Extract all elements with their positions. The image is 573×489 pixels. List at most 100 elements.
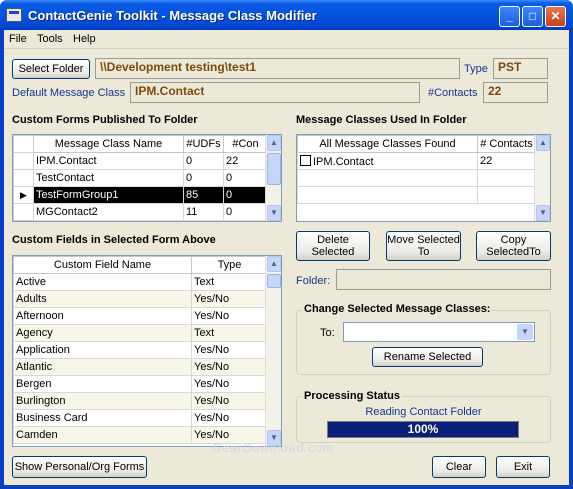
col-header-field-type[interactable]: Type xyxy=(191,256,268,274)
scroll-thumb[interactable] xyxy=(267,274,281,288)
maximize-button[interactable]: □ xyxy=(522,6,543,27)
field-type-cell: Yes/No xyxy=(191,307,268,325)
type-field: PST xyxy=(493,58,548,79)
table-row[interactable]: Active Text xyxy=(13,273,268,291)
contacts-count-field: 22 xyxy=(483,82,548,103)
rename-selected-button[interactable]: Rename Selected xyxy=(372,347,483,367)
table-row-selected[interactable]: ▶ TestFormGroup1 85 0 xyxy=(13,186,268,204)
table-row[interactable]: Application Yes/No xyxy=(13,341,268,359)
field-type-cell: Yes/No xyxy=(191,375,268,393)
folder-label: Folder: xyxy=(296,275,331,287)
message-class-cell[interactable]: IPM.Contact xyxy=(297,152,478,170)
col-header-field-name[interactable]: Custom Field Name xyxy=(13,256,192,274)
form-name-cell: TestContact xyxy=(33,169,184,187)
scroll-up-arrow-icon[interactable]: ▲ xyxy=(267,135,281,151)
target-folder-field[interactable] xyxy=(336,269,551,290)
scroll-down-arrow-icon[interactable]: ▼ xyxy=(267,205,281,221)
scroll-up-arrow-icon[interactable]: ▲ xyxy=(536,135,550,151)
table-row[interactable]: Burlington Yes/No xyxy=(13,392,268,410)
scroll-thumb[interactable] xyxy=(267,153,281,185)
field-type-cell: Yes/No xyxy=(191,290,268,308)
form-con-cell: 22 xyxy=(223,152,268,170)
custom-fields-grid[interactable]: Custom Field Name Type Active Text Adults Y… xyxy=(12,255,282,447)
message-classes-title: Message Classes Used In Folder xyxy=(296,114,467,126)
table-row[interactable]: Atlantic Yes/No xyxy=(13,358,268,376)
exit-button[interactable]: Exit xyxy=(496,456,550,478)
scroll-up-arrow-icon[interactable]: ▲ xyxy=(267,256,281,272)
form-udfs-cell: 85 xyxy=(183,186,224,204)
table-row[interactable]: Agency Text xyxy=(13,324,268,342)
col-header-message-class[interactable]: Message Class Name xyxy=(33,135,184,153)
copy-selected-to-button[interactable]: Copy SelectedTo xyxy=(476,231,551,261)
menu-file[interactable]: File xyxy=(9,33,27,45)
contacts-label: #Contacts xyxy=(428,87,478,99)
status-message: Reading Contact Folder xyxy=(365,406,482,418)
watermark: GearDownload.com xyxy=(212,441,335,455)
show-personal-org-forms-button[interactable]: Show Personal/Org Forms xyxy=(12,456,147,478)
col-header-contacts[interactable]: # Contacts xyxy=(477,135,536,153)
row-checkbox[interactable] xyxy=(300,154,311,166)
chevron-down-icon[interactable]: ▼ xyxy=(517,324,533,340)
menu-tools[interactable]: Tools xyxy=(37,33,63,45)
form-udfs-cell: 11 xyxy=(183,203,224,221)
minimize-button[interactable]: _ xyxy=(499,6,520,27)
row-selector[interactable] xyxy=(13,169,34,187)
empty-row xyxy=(297,169,536,187)
row-header-corner xyxy=(13,135,34,153)
message-class-contacts-cell: 22 xyxy=(477,152,536,170)
move-selected-to-button[interactable]: Move Selected To xyxy=(386,231,461,261)
form-udfs-cell: 0 xyxy=(183,152,224,170)
table-row[interactable]: MGContact2 11 0 xyxy=(13,203,268,221)
custom-forms-scrollbar[interactable]: ▲ ▼ xyxy=(265,135,281,221)
col-header-all-classes[interactable]: All Message Classes Found xyxy=(297,135,478,153)
field-name-cell: Adults xyxy=(13,290,192,308)
custom-fields-title: Custom Fields in Selected Form Above xyxy=(12,234,216,246)
window-title: ContactGenie Toolkit - Message Class Mod… xyxy=(28,8,317,23)
field-type-cell: Yes/No xyxy=(191,358,268,376)
table-row[interactable]: IPM.Contact 22 xyxy=(297,152,536,170)
field-name-cell: Agency xyxy=(13,324,192,342)
field-name-cell: Afternoon xyxy=(13,307,192,325)
message-classes-grid[interactable]: All Message Classes Found # Contacts IPM… xyxy=(296,134,551,222)
custom-fields-scrollbar[interactable]: ▲ ▼ xyxy=(265,256,281,446)
custom-fields-header-row: Custom Field Name Type xyxy=(13,256,268,274)
menu-help[interactable]: Help xyxy=(73,33,96,45)
table-row[interactable]: Adults Yes/No xyxy=(13,290,268,308)
field-name-cell: Application xyxy=(13,341,192,359)
current-row-arrow-icon[interactable]: ▶ xyxy=(13,186,34,204)
custom-forms-header-row: Message Class Name #UDFs #Con xyxy=(13,135,268,153)
scroll-down-arrow-icon[interactable]: ▼ xyxy=(536,205,550,221)
progress-text: 100% xyxy=(407,422,439,436)
row-selector[interactable] xyxy=(13,203,34,221)
field-type-cell: Text xyxy=(191,324,268,342)
processing-status-title: Processing Status xyxy=(302,390,402,402)
form-name-cell: TestFormGroup1 xyxy=(33,186,184,204)
to-class-dropdown[interactable]: ▼ xyxy=(343,322,535,342)
title-bar: ContactGenie Toolkit - Message Class Mod… xyxy=(0,0,573,30)
table-row[interactable]: Business Card Yes/No xyxy=(13,409,268,427)
row-selector[interactable] xyxy=(13,152,34,170)
clear-button[interactable]: Clear xyxy=(432,456,486,478)
progress-bar: 100% xyxy=(327,421,519,438)
table-row[interactable]: Bergen Yes/No xyxy=(13,375,268,393)
form-name-cell: MGContact2 xyxy=(33,203,184,221)
change-classes-title: Change Selected Message Classes: xyxy=(302,303,493,315)
message-classes-scrollbar[interactable]: ▲ ▼ xyxy=(534,135,550,221)
folder-path-field: \\Development testing\test1 xyxy=(95,58,460,79)
custom-forms-grid[interactable]: Message Class Name #UDFs #Con IPM.Contac… xyxy=(12,134,282,222)
form-name-cell: IPM.Contact xyxy=(33,152,184,170)
form-con-cell: 0 xyxy=(223,203,268,221)
table-row[interactable]: IPM.Contact 0 22 xyxy=(13,152,268,170)
table-row[interactable]: Afternoon Yes/No xyxy=(13,307,268,325)
type-label: Type xyxy=(464,63,488,75)
close-button[interactable]: ✕ xyxy=(545,6,566,27)
delete-selected-button[interactable]: Delete Selected xyxy=(296,231,370,261)
field-type-cell: Yes/No xyxy=(191,341,268,359)
col-header-udfs[interactable]: #UDFs xyxy=(183,135,224,153)
col-header-con[interactable]: #Con xyxy=(223,135,268,153)
field-type-cell: Text xyxy=(191,273,268,291)
empty-row xyxy=(297,186,536,204)
select-folder-button[interactable]: Select Folder xyxy=(12,59,90,79)
default-class-field: IPM.Contact xyxy=(130,82,420,103)
table-row[interactable]: TestContact 0 0 xyxy=(13,169,268,187)
